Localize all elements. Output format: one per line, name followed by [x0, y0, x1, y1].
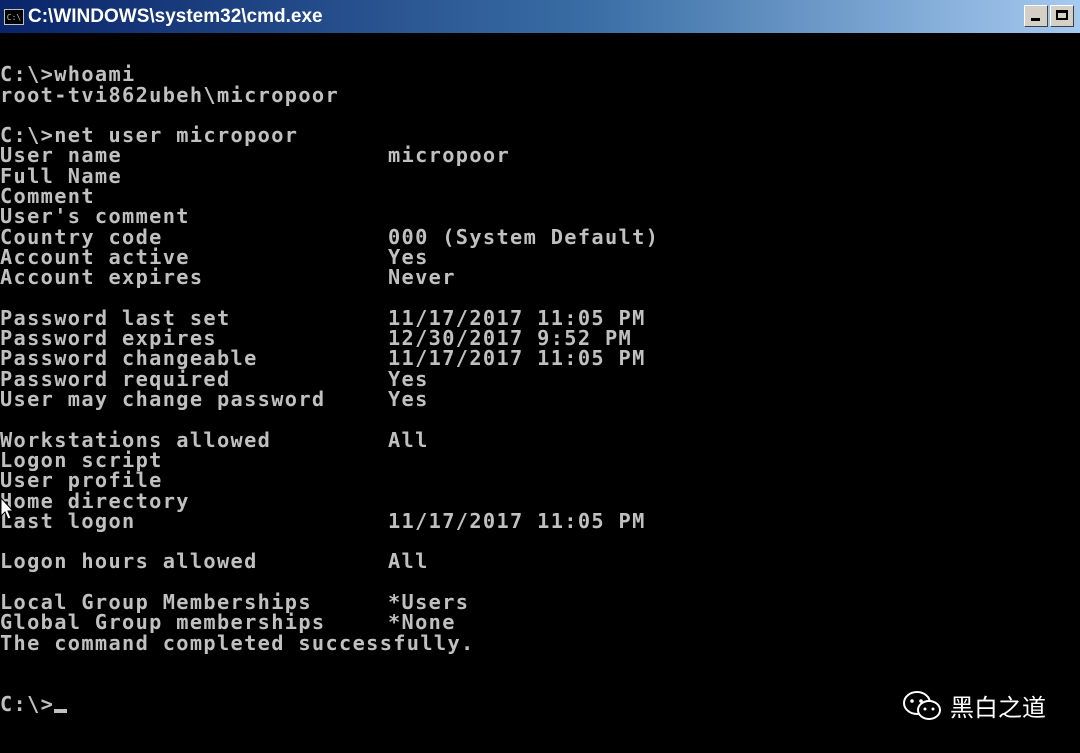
field-value: Yes [388, 244, 429, 269]
field-value: 11/17/2017 11:05 PM [388, 508, 646, 533]
console-field-row: User's comment [0, 204, 659, 229]
cmd-app-icon[interactable]: C:\ [4, 8, 24, 25]
console-field-row: Global Group memberships *None [0, 610, 659, 635]
field-value: All [388, 549, 429, 574]
field-value: 12/30/2017 9:52 PM [388, 326, 633, 351]
command-prompt[interactable]: C:\> [0, 691, 659, 716]
mouse-pointer-icon [0, 497, 14, 520]
console-line: root-tvi862ubeh\micropoor [0, 82, 340, 107]
console-field-row: Account active Yes [0, 244, 659, 269]
console-field-row: Full Name [0, 163, 659, 188]
field-label: User profile [0, 468, 163, 493]
field-label: Logon script [0, 447, 163, 472]
field-value: *Users [388, 590, 470, 615]
watermark: 黑白之道 [902, 688, 1046, 723]
console-field-row: User may change password Yes [0, 387, 659, 412]
field-value: 000 (System Default) [388, 224, 660, 249]
text-cursor [54, 708, 68, 713]
prompt-text: C:\> [0, 691, 55, 716]
field-value: Yes [388, 366, 429, 391]
wechat-icon [903, 690, 941, 720]
watermark-text: 黑白之道 [950, 694, 1046, 722]
console-field-row: Logon hours allowed All [0, 549, 659, 574]
console-field-row: Password expires 12/30/2017 9:52 PM [0, 326, 659, 351]
field-label: Password required [0, 366, 231, 391]
console-field-row: Home directory [0, 488, 659, 513]
console-line: The command completed successfully. [0, 630, 475, 655]
field-value: Yes [388, 387, 429, 412]
console-field-row: Local Group Memberships *Users [0, 590, 659, 615]
field-label: Last logon [0, 508, 136, 533]
field-label: User may change password [0, 387, 326, 412]
field-label: User's comment [0, 204, 190, 229]
field-label: Global Group memberships [0, 610, 326, 635]
field-label: Full Name [0, 163, 123, 188]
field-label: Home directory [0, 488, 190, 513]
field-value: All [388, 427, 429, 452]
minimize-icon [1031, 18, 1040, 21]
console-field-row: Account expires Never [0, 265, 659, 290]
title-bar[interactable]: C:\ C:\WINDOWS\system32\cmd.exe [0, 0, 1080, 33]
field-label: Comment [0, 184, 95, 209]
field-label: Local Group Memberships [0, 590, 312, 615]
window-title: C:\WINDOWS\system32\cmd.exe [28, 5, 323, 27]
console-field-row: Comment [0, 184, 659, 209]
field-label: Workstations allowed [0, 427, 272, 452]
maximize-button[interactable] [1050, 5, 1074, 27]
console-field-row: Country code 000 (System Default) [0, 224, 660, 249]
field-label: Account expires [0, 265, 204, 290]
field-value: *None [388, 610, 456, 635]
console-field-row: Logon script [0, 447, 659, 472]
cmd-window: C:\ C:\WINDOWS\system32\cmd.exe C:\>whoa… [0, 0, 1080, 753]
field-label: Password expires [0, 326, 217, 351]
console-field-row: Last logon 11/17/2017 11:05 PM [0, 508, 659, 533]
console-line: C:\>whoami [0, 62, 136, 87]
window-controls [1024, 5, 1074, 27]
field-value: micropoor [388, 143, 511, 168]
field-label: Country code [0, 224, 163, 249]
console-field-row: Workstations allowed All [0, 427, 659, 452]
console-field-row: Password changeable 11/17/2017 11:05 PM [0, 346, 659, 371]
field-value: Never [388, 265, 456, 290]
console-line: C:\>net user micropoor [0, 123, 299, 148]
console-field-row: Password required Yes [0, 366, 659, 391]
field-value: 11/17/2017 11:05 PM [388, 346, 646, 371]
maximize-icon [1056, 10, 1068, 20]
field-label: Password changeable [0, 346, 258, 371]
console-field-row: User name micropoor [0, 143, 659, 168]
field-label: Password last set [0, 305, 231, 330]
field-value: 11/17/2017 11:05 PM [388, 305, 646, 330]
minimize-button[interactable] [1024, 5, 1048, 27]
field-label: User name [0, 143, 123, 168]
field-label: Logon hours allowed [0, 549, 258, 574]
console-field-row: User profile [0, 468, 659, 493]
field-label: Account active [0, 244, 190, 269]
console-output[interactable]: C:\>whoami root-tvi862ubeh\micropoor C:\>… [0, 44, 659, 714]
console-field-row: Password last set 11/17/2017 11:05 PM [0, 305, 659, 330]
